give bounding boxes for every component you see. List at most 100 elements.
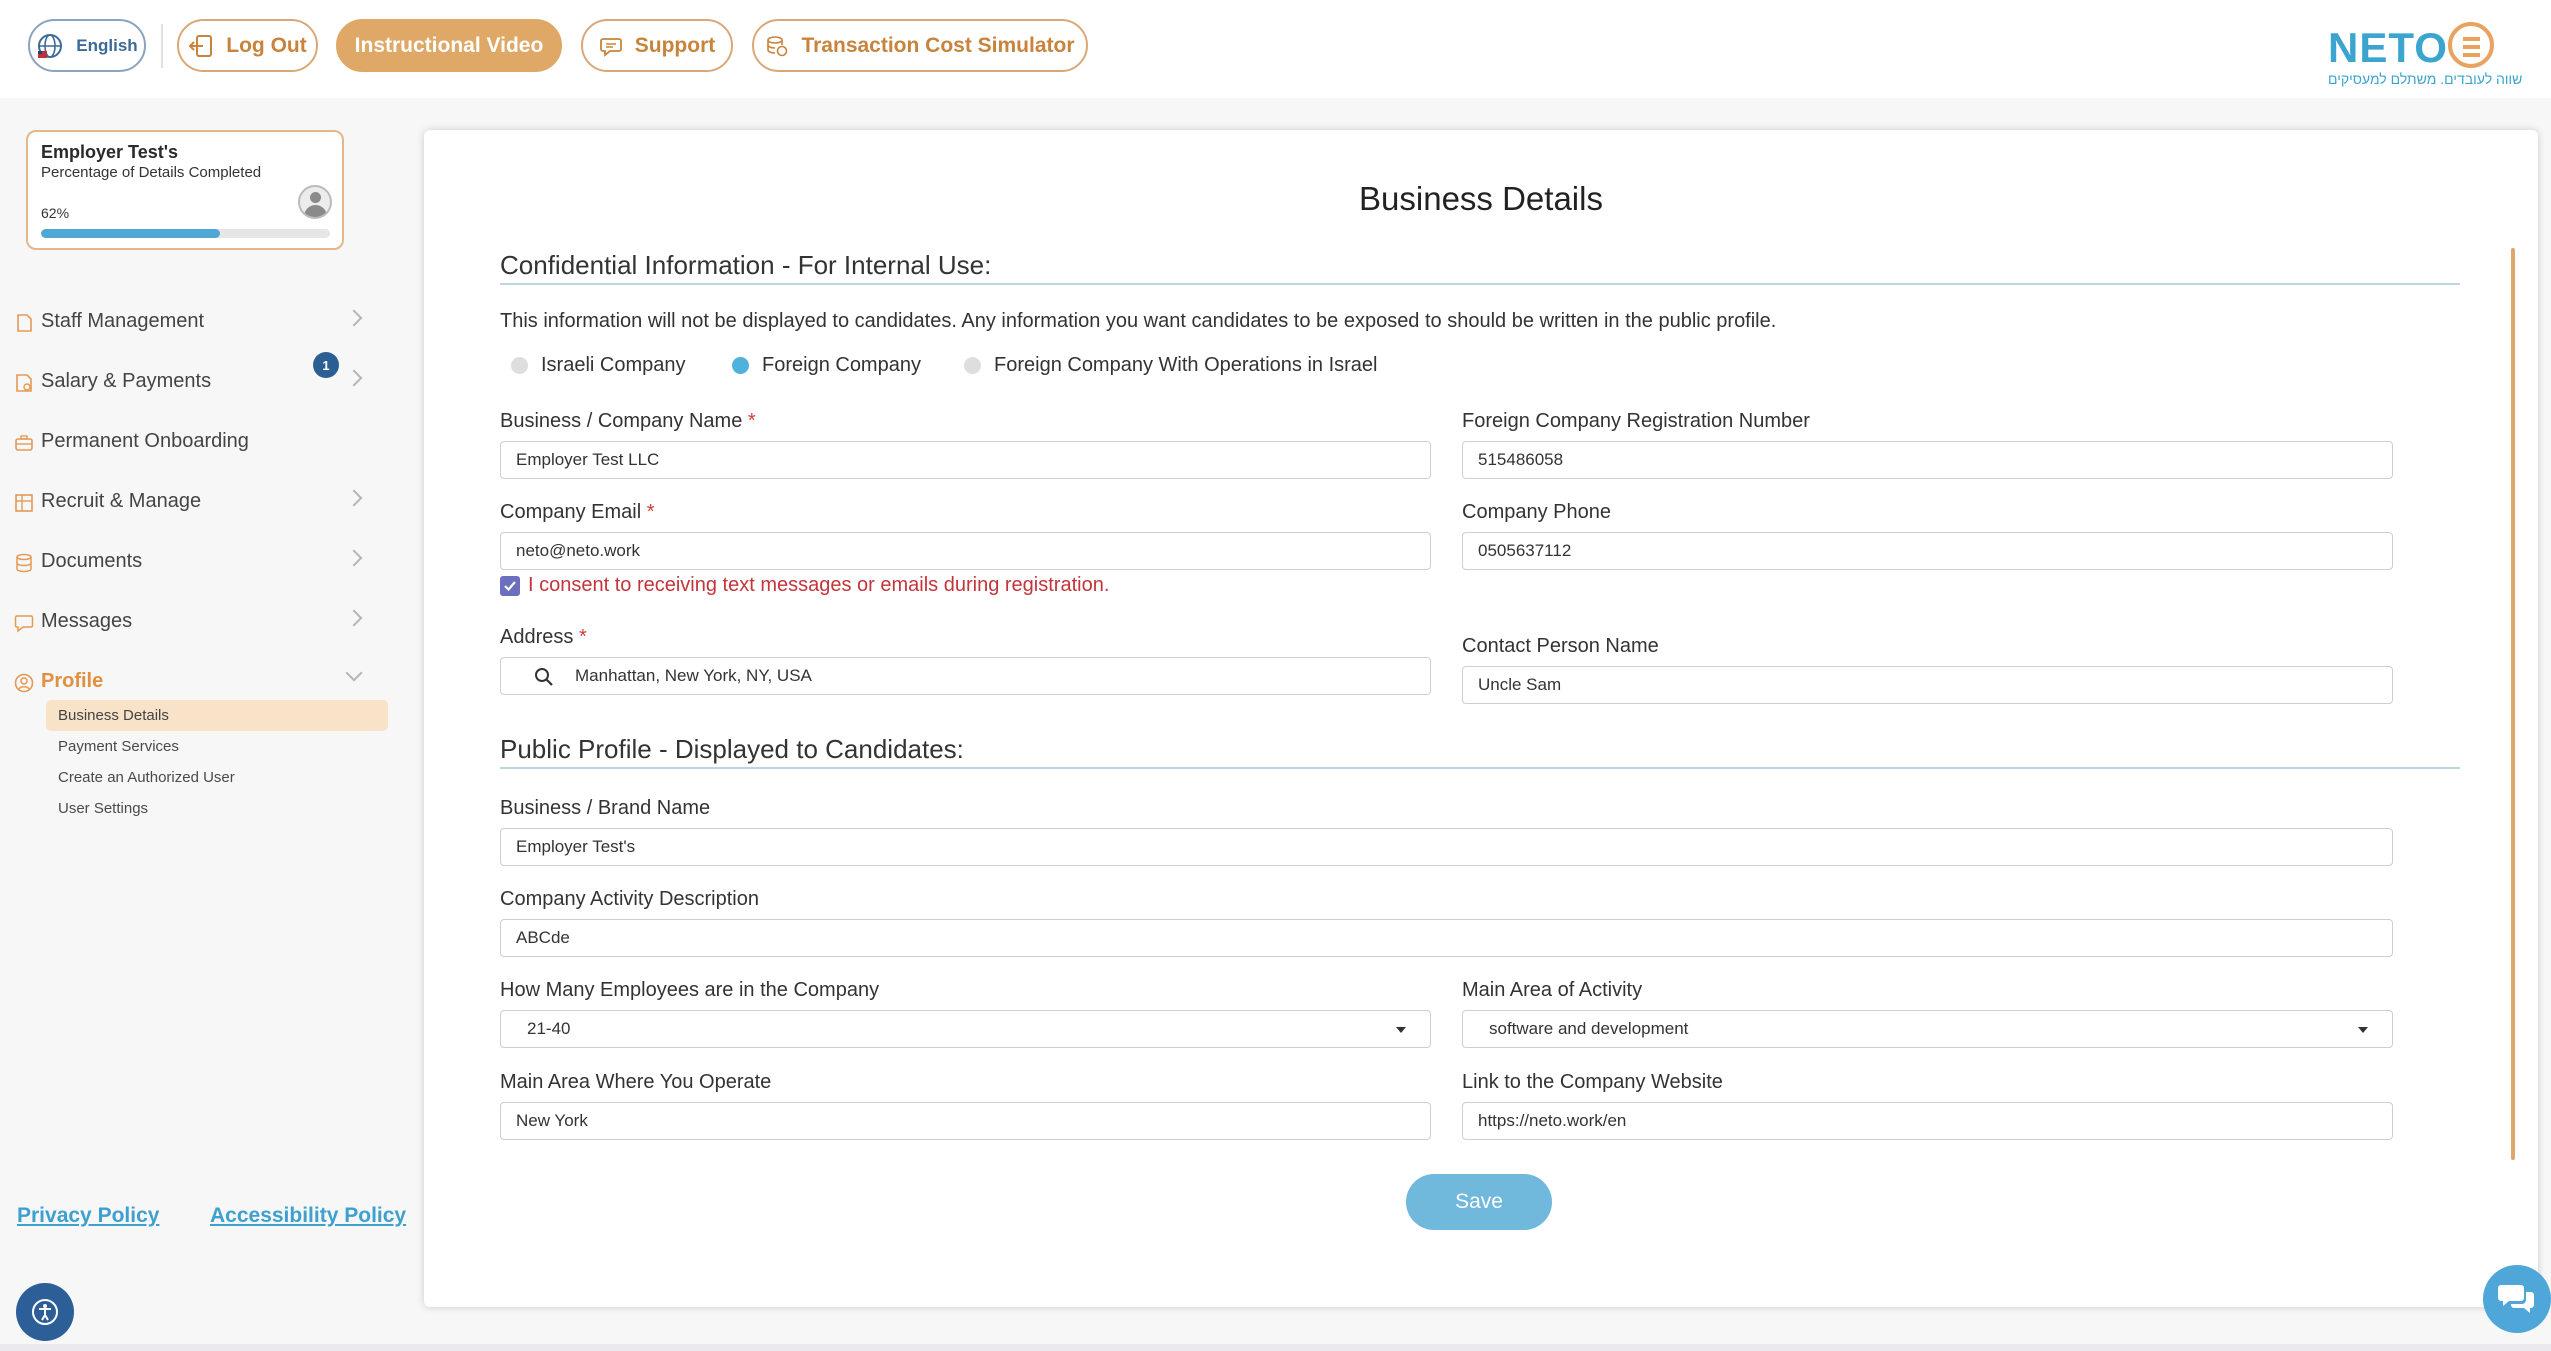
profile-subnav: Business Details Payment Services Create… bbox=[46, 700, 388, 824]
sidebar-item-label: Recruit & Manage bbox=[41, 490, 202, 512]
address-field[interactable]: Manhattan, New York, NY, USA bbox=[500, 657, 1431, 695]
check-icon bbox=[504, 580, 516, 591]
company-name-field[interactable]: Employer Test LLC bbox=[500, 441, 1431, 479]
instructional-video-button[interactable]: Instructional Video bbox=[336, 19, 562, 72]
employees-count-select[interactable]: 21-40 bbox=[500, 1010, 1431, 1048]
accessibility-icon bbox=[32, 1299, 58, 1325]
consent-row: I consent to receiving text messages or … bbox=[500, 574, 1109, 597]
documents-icon bbox=[16, 553, 32, 573]
chevron-right-icon bbox=[345, 609, 363, 627]
chevron-right-icon bbox=[345, 309, 363, 327]
logout-label: Log Out bbox=[226, 33, 307, 57]
subnav-payment-services[interactable]: Payment Services bbox=[46, 731, 388, 762]
company-name-label: Business / Company Name * bbox=[500, 410, 756, 432]
logout-button[interactable]: Log Out bbox=[177, 19, 318, 72]
radio-label: Foreign Company bbox=[762, 354, 921, 376]
section-divider bbox=[500, 767, 2460, 769]
save-button[interactable]: Save bbox=[1406, 1174, 1552, 1230]
transaction-simulator-button[interactable]: Transaction Cost Simulator bbox=[752, 19, 1088, 72]
grid-icon bbox=[15, 494, 33, 512]
sidebar-item-staff-management[interactable]: Staff Management bbox=[0, 292, 400, 352]
radio-label: Israeli Company bbox=[541, 354, 686, 376]
consent-checkbox[interactable] bbox=[500, 575, 520, 596]
chat-bubble-icon bbox=[599, 37, 622, 57]
employees-count-label: How Many Employees are in the Company bbox=[500, 979, 880, 1001]
coins-icon bbox=[767, 35, 788, 56]
language-label: English bbox=[76, 35, 138, 55]
support-label: Support bbox=[634, 33, 716, 57]
chat-widget-button[interactable] bbox=[2483, 1265, 2551, 1333]
radio-dot-selected bbox=[732, 357, 749, 374]
instructional-video-label: Instructional Video bbox=[354, 33, 544, 57]
radio-israeli-company[interactable]: Israeli Company bbox=[511, 354, 686, 377]
subnav-create-authorized-user[interactable]: Create an Authorized User bbox=[46, 762, 388, 793]
avatar-icon[interactable] bbox=[298, 185, 332, 219]
subnav-business-details[interactable]: Business Details bbox=[46, 700, 388, 731]
globe-icon bbox=[38, 33, 63, 58]
accessibility-button[interactable] bbox=[16, 1283, 74, 1341]
operate-area-label: Main Area Where You Operate bbox=[500, 1071, 772, 1093]
contact-person-field[interactable]: Uncle Sam bbox=[1462, 666, 2393, 704]
bottom-strip bbox=[0, 1344, 2551, 1351]
sidebar-item-documents[interactable]: Documents bbox=[0, 532, 400, 592]
logo-mark bbox=[2448, 22, 2494, 68]
activity-description-field[interactable]: ABCde bbox=[500, 919, 2393, 957]
divider bbox=[161, 24, 163, 68]
sidebar-item-recruit-manage[interactable]: Recruit & Manage bbox=[0, 472, 400, 532]
sidebar-item-label: Staff Management bbox=[41, 310, 205, 332]
registration-number-field[interactable]: 515486058 bbox=[1462, 441, 2393, 479]
section-divider bbox=[500, 283, 2460, 285]
language-button[interactable]: English bbox=[28, 19, 146, 72]
briefcase-icon bbox=[15, 435, 33, 451]
address-label: Address * bbox=[500, 626, 587, 648]
employer-name: Employer Test's bbox=[41, 142, 178, 162]
logo-word: NETO bbox=[2328, 24, 2448, 71]
panel-scrollbar[interactable] bbox=[2511, 248, 2515, 1160]
company-email-label: Company Email * bbox=[500, 501, 655, 523]
staff-icon bbox=[17, 314, 32, 332]
completion-subtitle: Percentage of Details Completed bbox=[41, 164, 262, 181]
confidential-section-title: Confidential Information - For Internal … bbox=[500, 250, 992, 280]
sidebar-item-label: Messages bbox=[41, 610, 133, 632]
accessibility-policy-link[interactable]: Accessibility Policy bbox=[210, 1204, 406, 1228]
logout-icon bbox=[188, 34, 213, 57]
sidebar-item-label: Permanent Onboarding bbox=[41, 430, 249, 452]
search-icon bbox=[535, 668, 553, 686]
radio-foreign-company[interactable]: Foreign Company bbox=[732, 354, 921, 377]
main-activity-value: software and development bbox=[1489, 1019, 1689, 1038]
consent-label: I consent to receiving text messages or … bbox=[528, 574, 1110, 596]
main-activity-select[interactable]: software and development bbox=[1462, 1010, 2393, 1048]
chevron-right-icon bbox=[345, 489, 363, 507]
radio-foreign-company-israel-ops[interactable]: Foreign Company With Operations in Israe… bbox=[964, 354, 1378, 377]
sidebar-item-permanent-onboarding[interactable]: Permanent Onboarding bbox=[0, 412, 400, 472]
profile-completion-card[interactable]: Employer Test's Percentage of Details Co… bbox=[26, 130, 344, 250]
sidebar-nav: Staff Management Salary & Payments Perma… bbox=[0, 292, 400, 712]
sidebar-item-label: Profile bbox=[41, 670, 104, 692]
company-phone-label: Company Phone bbox=[1462, 501, 1611, 523]
support-button[interactable]: Support bbox=[581, 19, 733, 72]
business-details-panel: Business Details Confidential Informatio… bbox=[424, 130, 2538, 1307]
sidebar-item-salary-payments[interactable]: Salary & Payments bbox=[0, 352, 400, 412]
brand-name-field[interactable]: Employer Test's bbox=[500, 828, 2393, 866]
sidebar-item-label: Salary & Payments bbox=[41, 370, 212, 392]
contact-person-label: Contact Person Name bbox=[1462, 635, 1659, 657]
salary-notification-badge: 1 bbox=[313, 352, 339, 378]
operate-area-field[interactable]: New York bbox=[500, 1102, 1431, 1140]
subnav-user-settings[interactable]: User Settings bbox=[46, 793, 388, 824]
completion-progress-fill bbox=[41, 229, 221, 238]
company-phone-field[interactable]: 0505637112 bbox=[1462, 532, 2393, 570]
transaction-simulator-label: Transaction Cost Simulator bbox=[801, 33, 1075, 57]
company-email-field[interactable]: neto@neto.work bbox=[500, 532, 1431, 570]
registration-number-label: Foreign Company Registration Number bbox=[1462, 410, 1810, 432]
sidebar-item-label: Documents bbox=[41, 550, 143, 572]
sidebar-item-messages[interactable]: Messages bbox=[0, 592, 400, 652]
radio-dot bbox=[964, 357, 981, 374]
privacy-policy-link[interactable]: Privacy Policy bbox=[17, 1204, 159, 1228]
completion-percent: 62% bbox=[41, 205, 70, 221]
top-bar: English Log Out Instructional Video Supp… bbox=[0, 0, 2551, 98]
website-field[interactable]: https://neto.work/en bbox=[1462, 1102, 2393, 1140]
activity-description-label: Company Activity Description bbox=[500, 888, 759, 910]
chat-icon bbox=[2498, 1285, 2534, 1313]
public-section-title: Public Profile - Displayed to Candidates… bbox=[500, 734, 964, 764]
employees-count-value: 21-40 bbox=[527, 1019, 571, 1038]
